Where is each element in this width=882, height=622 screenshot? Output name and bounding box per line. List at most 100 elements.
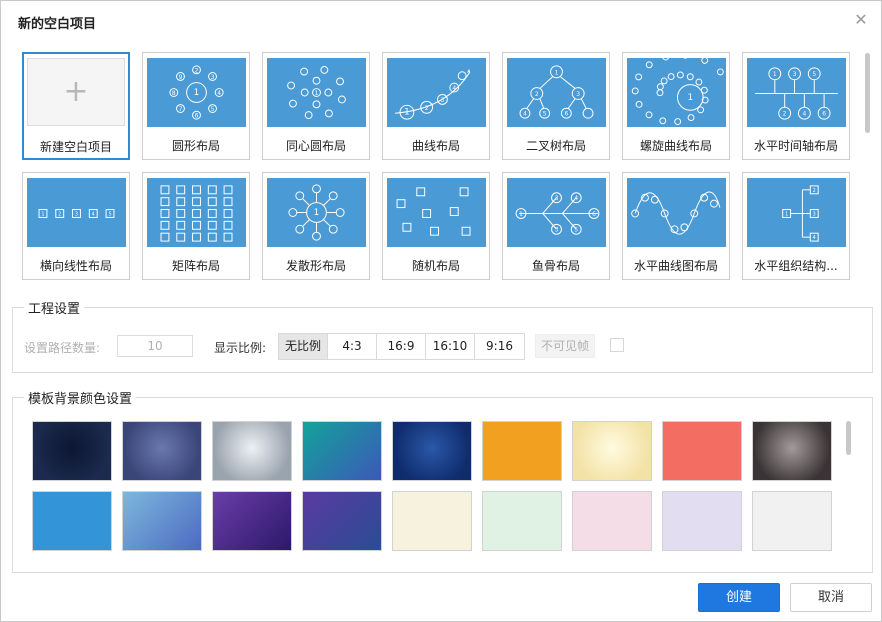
swatch-scrollbar[interactable] — [846, 421, 851, 455]
svg-text:2: 2 — [813, 188, 816, 194]
layout-thumbnail: 1 — [267, 58, 366, 127]
svg-text:1: 1 — [785, 211, 788, 217]
svg-text:3: 3 — [555, 228, 559, 234]
layout-card-11[interactable]: 1 6 3 4 3 5 鱼骨布局 — [502, 172, 610, 280]
svg-text:6: 6 — [822, 112, 826, 118]
svg-text:3: 3 — [211, 75, 215, 81]
ratio-option-9-16[interactable]: 9:16 — [474, 333, 525, 360]
svg-text:2: 2 — [783, 112, 787, 118]
layout-card-label: 新建空白项目 — [39, 140, 112, 154]
layout-card-6[interactable]: 1 3 5 2 4 6 水平时间轴布局 — [742, 52, 850, 160]
svg-text:2: 2 — [535, 92, 539, 98]
layout-card-label: 圆形布局 — [171, 139, 220, 153]
layout-card-label: 曲线布局 — [411, 139, 460, 153]
layout-thumbnail — [147, 178, 246, 247]
layout-diagram-icon: 1 2 3 4 5 6 — [519, 65, 594, 119]
layout-card-label: 水平曲线图布局 — [633, 259, 718, 273]
layout-scrollbar[interactable] — [865, 53, 870, 133]
svg-text:1: 1 — [314, 208, 320, 218]
svg-text:9: 9 — [179, 75, 183, 81]
layout-card-12[interactable]: 水平曲线图布局 — [622, 172, 730, 280]
background-swatch-4[interactable] — [392, 421, 472, 481]
new-project-dialog: 新的空白项目 ✕ + 新建空白项目 1 2 3 4 5 6 7 8 9 圆形布局 1 同心圆布局 1 2 3 4 曲… — [0, 0, 882, 622]
background-swatch-1[interactable] — [122, 421, 202, 481]
invisible-frame-checkbox[interactable] — [610, 338, 624, 352]
layout-card-label: 矩阵布局 — [171, 259, 220, 273]
layout-card-5[interactable]: 1 螺旋曲线布局 — [622, 52, 730, 160]
svg-text:4: 4 — [813, 235, 816, 241]
background-swatch-17[interactable] — [752, 491, 832, 551]
background-swatch-13[interactable] — [392, 491, 472, 551]
svg-text:1: 1 — [194, 88, 200, 98]
svg-text:6: 6 — [592, 212, 596, 218]
layout-thumbnail — [627, 178, 726, 247]
layout-diagram-icon — [160, 185, 233, 242]
layout-thumbnail — [387, 178, 486, 247]
layout-thumbnail: 1 2 3 4 5 6 7 8 9 — [147, 58, 246, 127]
background-swatch-16[interactable] — [662, 491, 742, 551]
svg-text:1: 1 — [687, 93, 693, 103]
svg-text:4: 4 — [452, 86, 456, 92]
project-settings-title: 工程设置 — [24, 298, 85, 317]
layout-card-10[interactable]: 随机布局 — [382, 172, 490, 280]
svg-text:1: 1 — [41, 211, 44, 217]
background-swatch-2[interactable] — [212, 421, 292, 481]
plus-icon: + — [63, 74, 89, 109]
ratio-option-4-3[interactable]: 4:3 — [327, 333, 377, 360]
background-swatch-11[interactable] — [212, 491, 292, 551]
svg-text:6: 6 — [564, 112, 568, 118]
layout-diagram-icon — [631, 191, 721, 235]
layout-diagram-icon: 1 63 43 5 — [515, 192, 600, 235]
layout-card-8[interactable]: 矩阵布局 — [142, 172, 250, 280]
svg-text:3: 3 — [441, 98, 445, 104]
svg-text:3: 3 — [813, 211, 816, 217]
layout-card-label: 水平组织结构... — [754, 259, 838, 273]
layout-card-0[interactable]: + 新建空白项目 — [22, 52, 130, 160]
ratio-option-none[interactable]: 无比例 — [278, 333, 328, 360]
layout-thumbnail: 1 2 3 4 — [747, 178, 846, 247]
path-count-input[interactable]: 10 — [117, 335, 193, 357]
background-swatch-7[interactable] — [662, 421, 742, 481]
background-swatch-14[interactable] — [482, 491, 562, 551]
svg-text:7: 7 — [179, 107, 183, 113]
background-swatch-15[interactable] — [572, 491, 652, 551]
layout-card-7[interactable]: 1 2 3 4 5 横向线性布局 — [22, 172, 130, 280]
svg-text:4: 4 — [217, 91, 221, 97]
layout-card-4[interactable]: 1 2 3 4 5 6 二叉树布局 — [502, 52, 610, 160]
svg-text:3: 3 — [793, 72, 797, 78]
layout-diagram-icon: 1 — [288, 184, 345, 241]
layout-card-3[interactable]: 1 2 3 4 曲线布局 — [382, 52, 490, 160]
close-icon[interactable]: ✕ — [854, 12, 868, 28]
create-button[interactable]: 创建 — [698, 583, 780, 612]
layout-thumbnail: + — [27, 58, 125, 126]
background-swatch-5[interactable] — [482, 421, 562, 481]
layout-thumbnail: 1 — [627, 58, 726, 127]
layout-card-1[interactable]: 1 2 3 4 5 6 7 8 9 圆形布局 — [142, 52, 250, 160]
path-count-label: 设置路径数量: — [24, 341, 101, 355]
background-swatch-12[interactable] — [302, 491, 382, 551]
background-swatch-8[interactable] — [752, 421, 832, 481]
layout-card-label: 随机布局 — [411, 259, 460, 273]
invisible-frame-button[interactable]: 不可见帧 — [535, 334, 595, 358]
ratio-option-16-10[interactable]: 16:10 — [425, 333, 475, 360]
cancel-button[interactable]: 取消 — [790, 583, 872, 612]
dialog-title: 新的空白项目 — [18, 17, 97, 32]
ratio-option-16-9[interactable]: 16:9 — [376, 333, 426, 360]
background-swatch-9[interactable] — [32, 491, 112, 551]
svg-text:2: 2 — [58, 211, 61, 217]
background-swatch-6[interactable] — [572, 421, 652, 481]
background-swatch-0[interactable] — [32, 421, 112, 481]
background-swatch-3[interactable] — [302, 421, 382, 481]
layout-card-label: 同心圆布局 — [285, 139, 346, 153]
layout-diagram-icon: 1 — [287, 65, 346, 120]
svg-text:8: 8 — [172, 91, 176, 97]
layout-card-label: 螺旋曲线布局 — [639, 139, 712, 153]
layout-card-2[interactable]: 1 同心圆布局 — [262, 52, 370, 160]
svg-text:5: 5 — [812, 72, 816, 78]
layout-thumbnail: 1 2 3 4 — [387, 58, 486, 127]
background-swatch-10[interactable] — [122, 491, 202, 551]
layout-card-13[interactable]: 1 2 3 4 水平组织结构... — [742, 172, 850, 280]
svg-text:5: 5 — [543, 112, 547, 118]
layout-card-9[interactable]: 1 发散形布局 — [262, 172, 370, 280]
layout-diagram-icon: 1 2 3 4 — [782, 185, 819, 242]
